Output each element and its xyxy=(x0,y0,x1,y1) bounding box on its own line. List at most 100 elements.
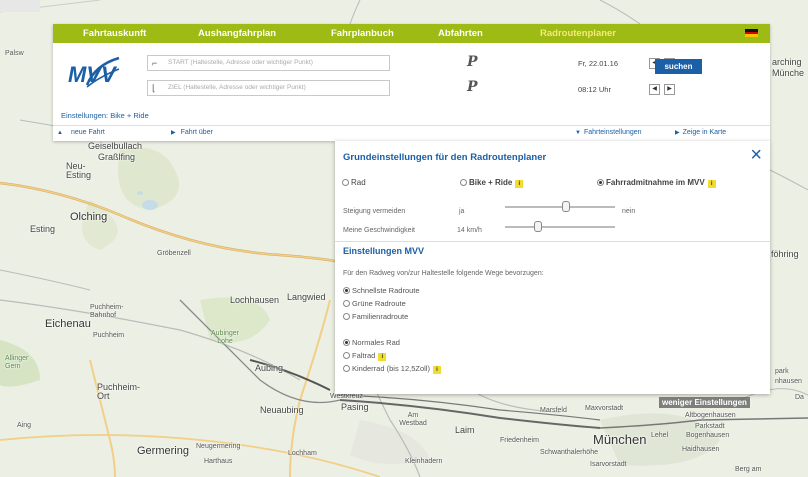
show-map-label: Zeige in Karte xyxy=(682,129,727,136)
speed-slider-track[interactable] xyxy=(505,226,615,228)
settings-link[interactable]: Einstellungen: Bike + Ride xyxy=(61,111,149,120)
map-label-muenche: Münche xyxy=(772,68,805,78)
via-label: Fahrt über xyxy=(180,129,213,136)
steigung-no-label: nein xyxy=(622,208,636,215)
steigung-yes-label: ja xyxy=(459,208,465,215)
route-option-fastest-label: Schnellste Radroute xyxy=(352,286,420,295)
close-icon[interactable]: × xyxy=(750,145,762,165)
speed-label: Meine Geschwindigkeit xyxy=(343,227,415,234)
show-map-link[interactable]: ▶ Zeige in Karte xyxy=(675,129,726,136)
map-label-olching: Olching xyxy=(70,211,108,223)
trip-settings-link[interactable]: ▼ Fahrteinstellungen xyxy=(575,129,642,136)
right-triangle-icon: ▶ xyxy=(171,130,176,136)
speed-slider-handle[interactable] xyxy=(534,221,542,232)
route-option-green[interactable]: Grüne Radroute xyxy=(343,299,420,312)
steigung-slider-track[interactable] xyxy=(505,206,615,208)
map-label-grasslfing: Graßlfing xyxy=(98,152,136,162)
start-flag-icon: ⌐ xyxy=(152,58,158,68)
nav-radroutenplaner[interactable]: Radroutenplaner xyxy=(540,28,616,39)
bike-option-faltrad[interactable]: Faltrad i xyxy=(343,351,441,364)
radio-button-selected xyxy=(343,287,350,294)
parking-icon[interactable]: P xyxy=(467,54,478,70)
speed-value: 14 km/h xyxy=(457,227,482,234)
bike-option-kinderrad-label: Kinderrad (bis 12,5Zoll) xyxy=(352,363,430,373)
route-option-green-label: Grüne Radroute xyxy=(352,298,406,308)
info-icon[interactable]: i xyxy=(707,180,716,188)
new-trip-link[interactable]: ▲ neue Fahrt xyxy=(57,129,105,136)
trip-settings-label: Fahrteinstellungen xyxy=(583,129,642,136)
nav-fahrtauskunft[interactable]: Fahrtauskunft xyxy=(83,28,146,39)
map-label-neuaubing: Neuaubing xyxy=(260,405,304,415)
via-link[interactable]: ▶ Fahrt über xyxy=(171,129,213,136)
date-field[interactable]: Fr, 22.01.16 xyxy=(578,59,618,68)
map-label-muenchen: München xyxy=(593,432,647,447)
map-label-germering: Germering xyxy=(137,445,189,457)
map-label-isarvorstadt: Isarvorstadt xyxy=(590,461,627,468)
steigung-label: Steigung vermeiden xyxy=(343,208,406,215)
map-label-langwied: Langwied xyxy=(287,292,326,302)
info-icon[interactable]: i xyxy=(515,180,524,188)
info-icon[interactable]: i xyxy=(432,365,441,374)
bike-options: Normales Rad Faltrad i Kinderrad (bis 12,… xyxy=(343,338,441,376)
search-button[interactable]: suchen xyxy=(655,59,702,74)
nav-aushangfahrplan[interactable]: Aushangfahrplan xyxy=(198,28,276,39)
map-label-lehel: Lehel xyxy=(651,432,669,439)
radio-button xyxy=(343,299,350,307)
map-label-allinger-gern: Allinger Gern xyxy=(5,355,29,370)
map-label-nhausen: nhausen xyxy=(775,378,802,385)
parking-icon-2[interactable]: P xyxy=(467,79,478,95)
time-field[interactable]: 08:12 Uhr xyxy=(578,85,611,94)
german-flag-icon[interactable] xyxy=(745,29,758,37)
map-label-haidhausen: Haidhausen xyxy=(682,446,720,453)
bike-option-normal[interactable]: Normales Rad xyxy=(343,338,441,351)
radio-button xyxy=(343,312,350,320)
less-settings-link[interactable]: weniger Einstellungen xyxy=(659,397,750,408)
start-input[interactable]: ⌐ START (Haltestelle, Adresse oder wicht… xyxy=(147,55,390,71)
time-next-button[interactable]: ▶ xyxy=(664,84,675,95)
map-label-aubinger-lohe: Aubinger Lohe xyxy=(210,330,240,345)
map-label-geiselbullach: Geiselbullach xyxy=(88,141,143,151)
time-prev-button[interactable]: ◀ xyxy=(649,84,660,95)
map-label-puchheim: Puchheim xyxy=(93,332,125,339)
map-label-westkreuz: Westkreuz xyxy=(330,393,363,400)
map-label-eichenau: Eichenau xyxy=(45,318,91,330)
steigung-slider-handle[interactable] xyxy=(561,201,570,212)
radio-button xyxy=(343,364,350,372)
nav-fahrplanbuch[interactable]: Fahrplanbuch xyxy=(331,28,394,39)
map-label-lochhausen: Lochhausen xyxy=(230,295,280,305)
map-label-lochham: Lochham xyxy=(288,450,317,457)
main-nav: Fahrtauskunft Aushangfahrplan Fahrplanbu… xyxy=(53,24,770,43)
mode-rad-label: Rad xyxy=(351,178,366,187)
ziel-input[interactable]: ⌊ ZIEL (Haltestelle, Adresse oder wichti… xyxy=(147,80,390,96)
map-label-neu-esting: Neu-Esting xyxy=(66,161,92,180)
radio-button xyxy=(342,179,349,186)
radio-button xyxy=(460,179,467,186)
map-label-bogenhausen: Bogenhausen xyxy=(686,432,730,439)
route-option-fastest[interactable]: Schnellste Radroute xyxy=(343,286,420,299)
mode-bike-ride[interactable]: Bike + Ride i xyxy=(460,178,524,188)
info-icon[interactable]: i xyxy=(378,352,387,361)
radio-button-selected xyxy=(343,339,350,346)
ziel-placeholder: ZIEL (Haltestelle, Adresse oder wichtige… xyxy=(168,84,306,91)
bike-option-normal-label: Normales Rad xyxy=(352,338,400,347)
map-label-aubing: Aubing xyxy=(255,363,284,373)
map-label-harthaus: Harthaus xyxy=(204,458,233,465)
mvv-logo: MVV xyxy=(68,56,120,88)
radio-button xyxy=(343,351,350,359)
search-panel: Fahrtauskunft Aushangfahrplan Fahrplanbu… xyxy=(53,24,770,141)
map-label-parkstadt: Parkstadt xyxy=(695,423,725,430)
map-label-berg-am: Berg am xyxy=(735,466,762,473)
route-options: Schnellste Radroute Grüne Radroute Famil… xyxy=(343,286,420,324)
map-label-friedenheim: Friedenheim xyxy=(500,437,539,444)
mode-rad[interactable]: Rad xyxy=(342,178,366,187)
mvv-intro-text: Für den Radweg von/zur Haltestelle folge… xyxy=(343,270,544,277)
route-option-family-label: Familienradroute xyxy=(352,311,409,321)
nav-abfahrten[interactable]: Abfahrten xyxy=(438,28,483,39)
mode-fahrradmitnahme[interactable]: Fahrradmitnahme im MVV i xyxy=(597,178,716,188)
map-label-kleinhadern: Kleinhadern xyxy=(405,458,443,465)
route-option-family[interactable]: Familienradroute xyxy=(343,312,420,325)
bike-option-faltrad-label: Faltrad xyxy=(352,350,376,360)
bike-option-kinderrad[interactable]: Kinderrad (bis 12,5Zoll) i xyxy=(343,364,441,377)
down-triangle-icon: ▼ xyxy=(575,130,581,136)
map-label-maxvorstadt: Maxvorstadt xyxy=(585,405,624,412)
